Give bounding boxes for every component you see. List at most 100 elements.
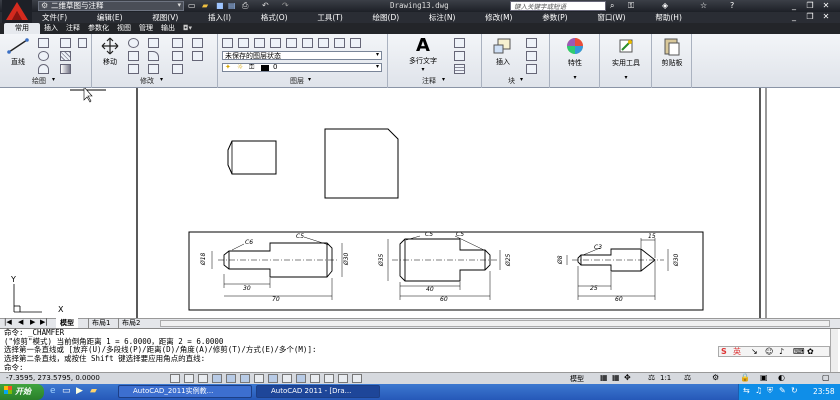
linear-dim-icon[interactable] [454, 38, 465, 48]
subscription-icon[interactable]: ⚿ [628, 0, 634, 12]
emoji-icon[interactable]: ☺ [765, 347, 773, 357]
close-button[interactable]: ✕ [820, 1, 832, 11]
saveas-icon[interactable]: ▤ [228, 1, 236, 11]
new-file-icon[interactable]: ▭ [188, 1, 196, 11]
taskbar-item-autocad[interactable]: AutoCAD 2011 - [Dra... [256, 385, 380, 398]
clock[interactable]: 23:58 [813, 387, 835, 396]
quick-view-layouts-icon[interactable]: ▦ [600, 373, 608, 382]
ime-toolbar[interactable]: S 英 ↘ ☺ ♪ ⌨ ✿ [718, 346, 830, 357]
mirror-icon[interactable] [128, 51, 139, 61]
line-button[interactable]: 直线 [3, 37, 33, 67]
help-icon[interactable]: ? [730, 0, 734, 12]
tab-home[interactable]: 常用 [4, 23, 40, 34]
chevron-down-icon[interactable]: ▾ [160, 76, 163, 83]
array-icon[interactable] [172, 64, 183, 74]
grid-toggle[interactable] [198, 374, 208, 383]
layer-walk-icon[interactable] [318, 38, 329, 48]
tab-annotate[interactable]: 注释 [62, 23, 84, 34]
quick-view-drawings-icon[interactable]: ▦ [612, 373, 620, 382]
ortho-toggle[interactable] [212, 374, 222, 383]
properties-button[interactable]: 特性 ▾ [554, 36, 596, 81]
quicklaunch-desktop-icon[interactable]: ▭ [62, 386, 71, 396]
search-box[interactable]: 键入关键字或短语 [510, 1, 606, 11]
utilities-button[interactable]: 实用工具 ▾ [604, 36, 648, 81]
menu-parametric[interactable]: 参数(P) [542, 12, 567, 23]
qp-toggle[interactable] [338, 374, 348, 383]
layer-iso-icon[interactable] [302, 38, 313, 48]
workspace-dropdown[interactable]: ⚙ 二维草图与注释 ▾ [38, 1, 184, 11]
insert-button[interactable]: 插入 [486, 37, 520, 69]
menu-edit[interactable]: 编辑(E) [97, 12, 123, 23]
layer-lock-icon[interactable] [270, 38, 281, 48]
tab-model[interactable]: 模型 [56, 318, 78, 328]
chevron-down-icon[interactable]: ▾ [308, 76, 311, 83]
tab-manage[interactable]: 管理 [135, 23, 157, 34]
doc-minimize-button[interactable]: _ [788, 12, 800, 22]
arc-icon[interactable] [38, 64, 49, 74]
menu-tools[interactable]: 工具(T) [317, 12, 342, 23]
menu-modify[interactable]: 修改(M) [485, 12, 512, 23]
layer-state-dropdown[interactable]: 未保存的图层状态 ▾ [222, 51, 382, 60]
comm-center-icon[interactable]: ◈ [662, 0, 668, 12]
isolate-icon[interactable]: ◐ [778, 373, 785, 382]
osnap-toggle[interactable] [240, 374, 250, 383]
quicklaunch-media-icon[interactable]: ▶ [76, 386, 83, 396]
polyline-icon[interactable] [38, 38, 49, 48]
ime-mode[interactable]: 英 [733, 347, 741, 357]
menu-file[interactable]: 文件(F) [42, 12, 67, 23]
clean-screen-icon[interactable]: ▢ [822, 373, 830, 382]
last-tab-icon[interactable]: ▶| [40, 318, 48, 326]
drawing-canvas[interactable]: Ø18 Ø30 C6 C5 30 70 Ø35 Ø25 C5 C5 40 60 [0, 86, 840, 318]
tray-security-icon[interactable]: ⛨ [767, 386, 773, 396]
horizontal-scrollbar[interactable] [160, 320, 830, 327]
quicklaunch-ie-icon[interactable]: e [50, 386, 56, 396]
snap-toggle[interactable] [184, 374, 194, 383]
tray-network-icon[interactable]: ⇆ [743, 386, 750, 395]
hatch-icon[interactable] [60, 51, 71, 61]
next-tab-icon[interactable]: ▶ [30, 318, 35, 326]
multileader-icon[interactable] [454, 51, 465, 61]
fillet-icon[interactable] [148, 51, 159, 61]
drawing-svg[interactable]: Ø18 Ø30 C6 C5 30 70 Ø35 Ø25 C5 C5 40 60 [0, 86, 840, 318]
otrack-toggle[interactable] [268, 374, 278, 383]
layer-merge-icon[interactable] [334, 38, 345, 48]
search-input[interactable]: 键入关键字或短语 [514, 1, 566, 11]
menu-view[interactable]: 视图(V) [152, 12, 178, 23]
tab-parametric[interactable]: 参数化 [84, 23, 113, 34]
quicklaunch-folder-icon[interactable]: ▰ [90, 386, 97, 396]
menu-format[interactable]: 格式(O) [261, 12, 288, 23]
layer-delete-icon[interactable] [350, 38, 361, 48]
chevron-down-icon[interactable]: ▾ [52, 76, 55, 83]
layer-properties-icon[interactable] [222, 38, 233, 48]
minimize-button[interactable]: _ [788, 1, 800, 11]
keyboard-icon[interactable]: ⌨ [793, 347, 805, 357]
region-icon[interactable] [78, 38, 87, 48]
open-file-icon[interactable]: ▰ [202, 1, 208, 11]
gradient-icon[interactable] [60, 64, 71, 74]
command-scrollbar[interactable] [830, 329, 838, 373]
3dosnap-toggle[interactable] [254, 374, 264, 383]
layer-match-icon[interactable] [286, 38, 297, 48]
trim-icon[interactable] [148, 38, 159, 48]
restore-button[interactable]: ❐ [804, 1, 816, 11]
clipboard-button[interactable]: 剪贴板 [654, 36, 690, 70]
skin-icon[interactable]: ✿ [807, 347, 814, 357]
doc-restore-button[interactable]: ❐ [804, 12, 816, 22]
offset-icon[interactable] [192, 51, 203, 61]
prev-tab-icon[interactable]: ◀ [18, 318, 23, 326]
undo-icon[interactable]: ↶ [262, 1, 269, 11]
redo-icon[interactable]: ↷ [282, 1, 289, 11]
dyn-toggle[interactable] [296, 374, 306, 383]
create-block-icon[interactable] [526, 38, 537, 48]
menu-dimension[interactable]: 标注(N) [429, 12, 455, 23]
erase-icon[interactable] [172, 38, 183, 48]
circle-icon[interactable] [38, 51, 49, 61]
infer-constraints-toggle[interactable] [170, 374, 180, 383]
copy-icon[interactable] [172, 51, 183, 61]
save-icon[interactable]: ■ [216, 1, 224, 11]
annotation-visibility-icon[interactable]: ⚖ [684, 373, 691, 382]
tab-output[interactable]: 输出 [157, 23, 179, 34]
menu-insert[interactable]: 插入(I) [208, 12, 231, 23]
layer-off-icon[interactable] [254, 38, 265, 48]
tab-layout2[interactable]: 布局2 [118, 318, 143, 328]
